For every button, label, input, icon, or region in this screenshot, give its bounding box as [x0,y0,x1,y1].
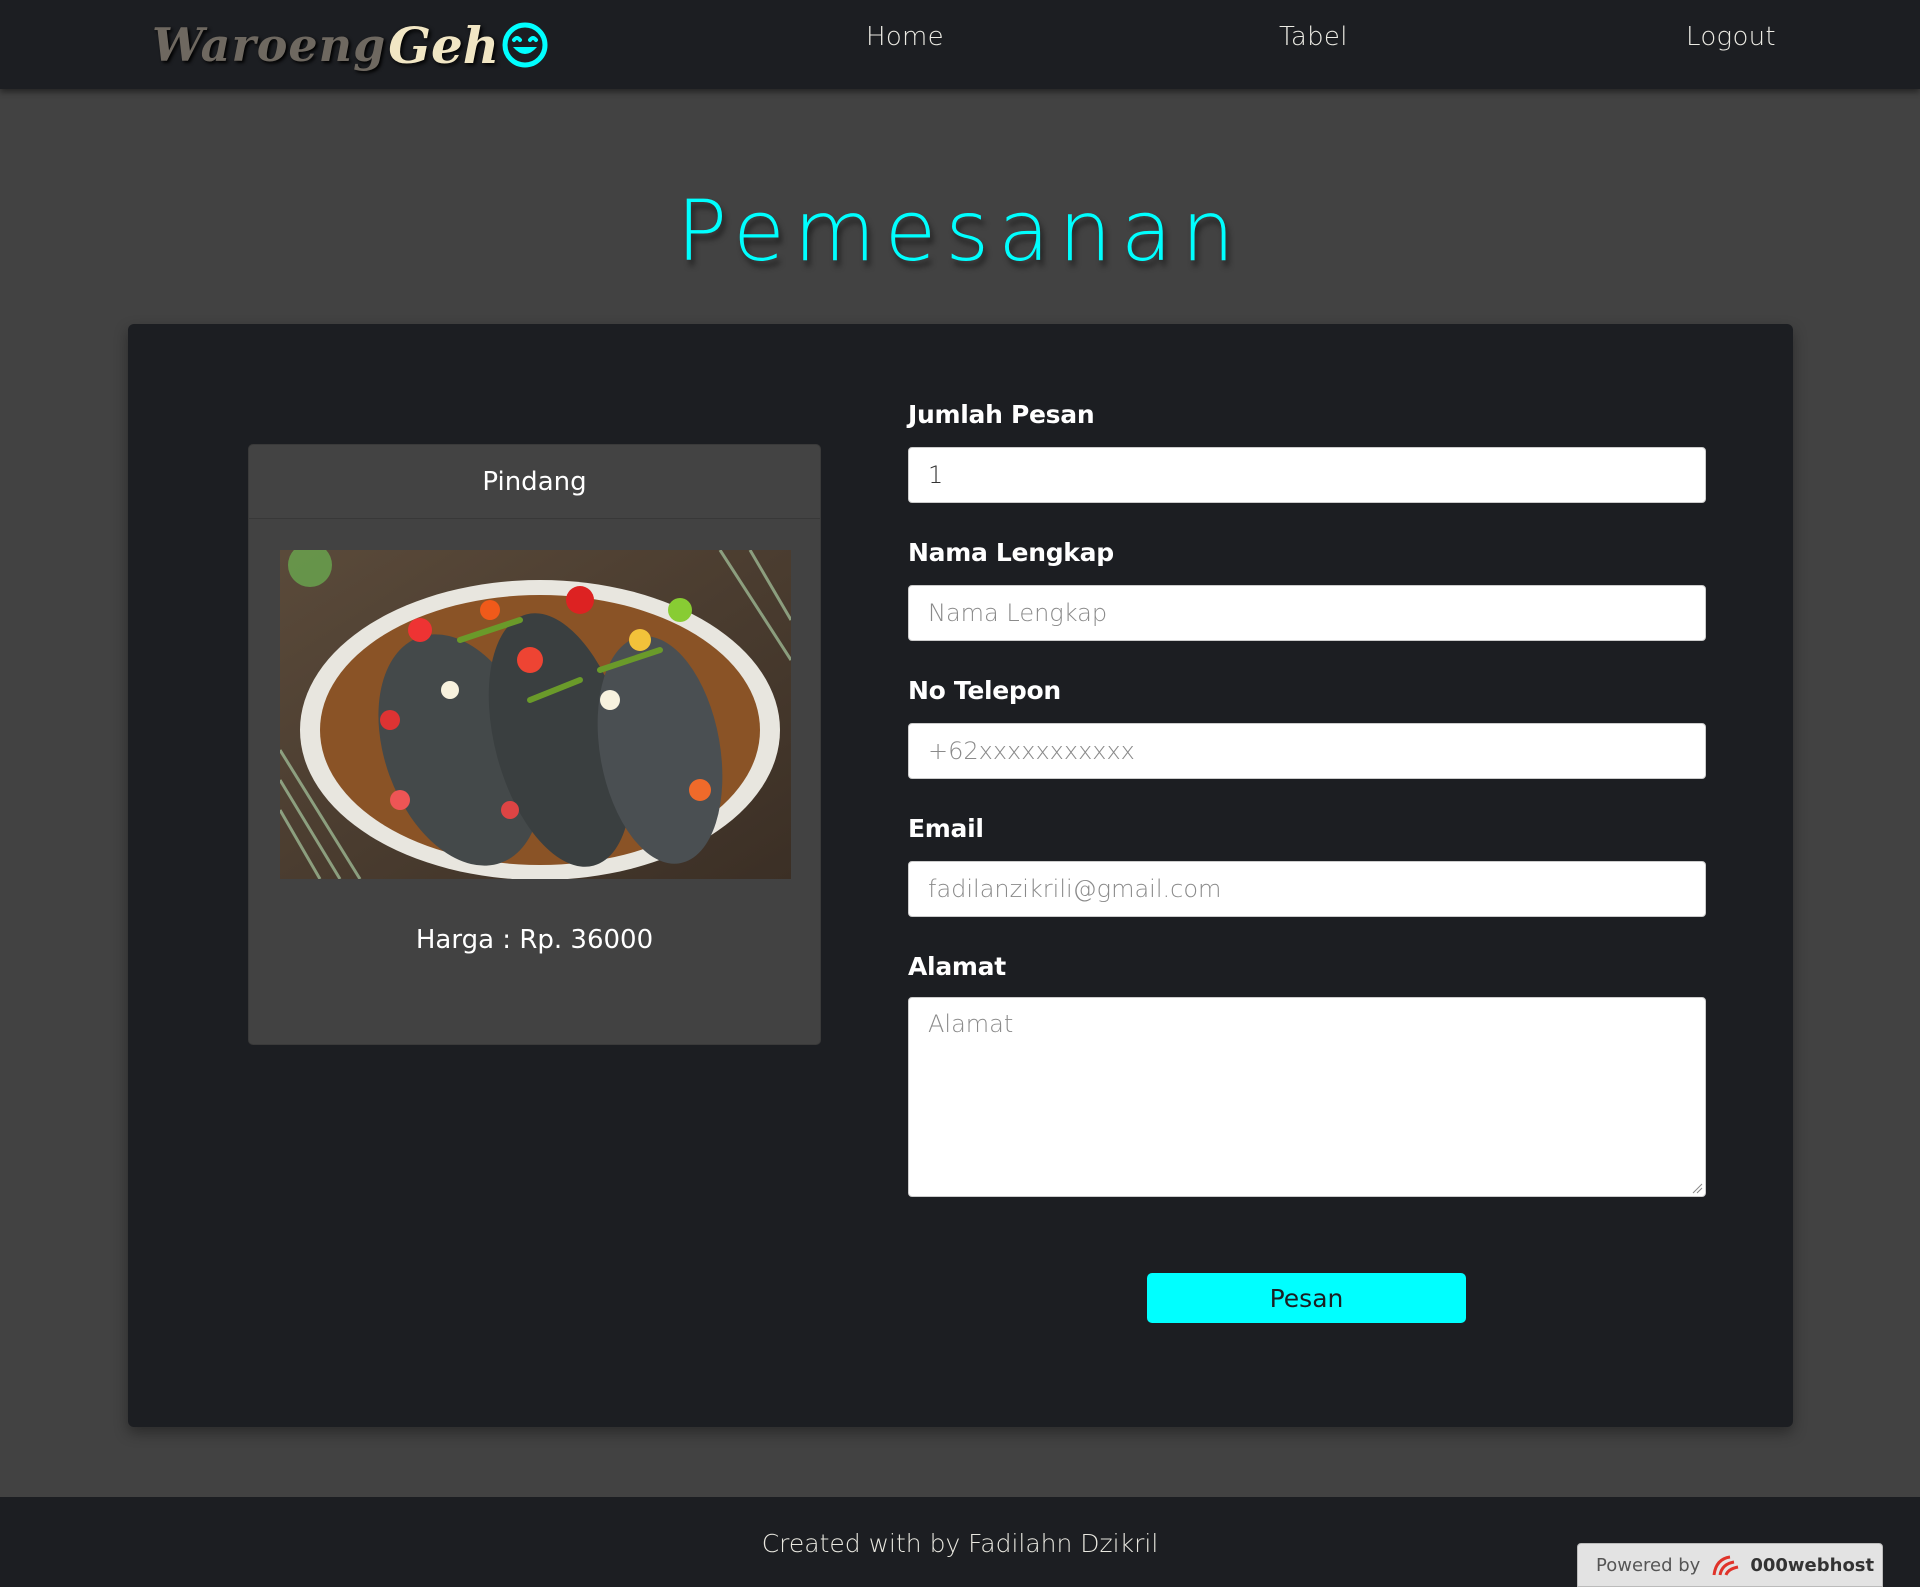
nav-tabel-link[interactable]: Tabel [1279,22,1348,52]
phone-label: No Telepon [908,676,1061,705]
product-image [280,550,791,879]
brand-part1: Waroeng [152,18,387,72]
navbar: Waroeng Geh Home Tabel Logout [0,0,1920,89]
page-title: Pemesanan [676,182,1244,280]
host-badge[interactable]: Powered by 000webhost [1577,1543,1883,1587]
webhost-logo-icon [1712,1555,1739,1576]
badge-brand: 000webhost [1750,1554,1875,1576]
resize-grip-icon[interactable] [1691,1182,1703,1194]
product-card: Pindang Harga: Rp. 36000 [248,444,821,1045]
footer: Created with by Fadilahn Dzikril Powered… [0,1497,1920,1587]
name-input[interactable]: Nama Lengkap [908,585,1706,641]
smiley-icon [502,22,548,68]
nav-logout-link[interactable]: Logout [1686,22,1776,52]
name-placeholder: Nama Lengkap [928,599,1108,627]
product-name: Pindang [249,445,820,519]
address-label: Alamat [908,952,1006,981]
address-placeholder: Alamat [928,1010,1014,1038]
phone-placeholder: +62xxxxxxxxxxx [928,737,1135,765]
nav-home-link[interactable]: Home [866,22,944,52]
address-textarea[interactable]: Alamat [908,997,1706,1197]
badge-prefix: Powered by [1596,1554,1701,1576]
product-price: Harga : Rp. 36000 [415,925,654,955]
name-label: Nama Lengkap [908,538,1114,567]
phone-input[interactable]: +62xxxxxxxxxxx [908,723,1706,779]
brand-logo[interactable]: Waroeng Geh [152,10,549,80]
brand-part2: Geh [388,15,500,75]
quantity-input[interactable]: 1 [908,447,1706,503]
quantity-value: 1 [928,461,944,489]
submit-order-button[interactable]: Pesan [1147,1273,1466,1323]
email-input[interactable]: fadilanzikrili@gmail.com [908,861,1706,917]
quantity-label: Jumlah Pesan [908,400,1095,429]
email-label: Email [908,814,984,843]
email-placeholder: fadilanzikrili@gmail.com [928,875,1222,903]
